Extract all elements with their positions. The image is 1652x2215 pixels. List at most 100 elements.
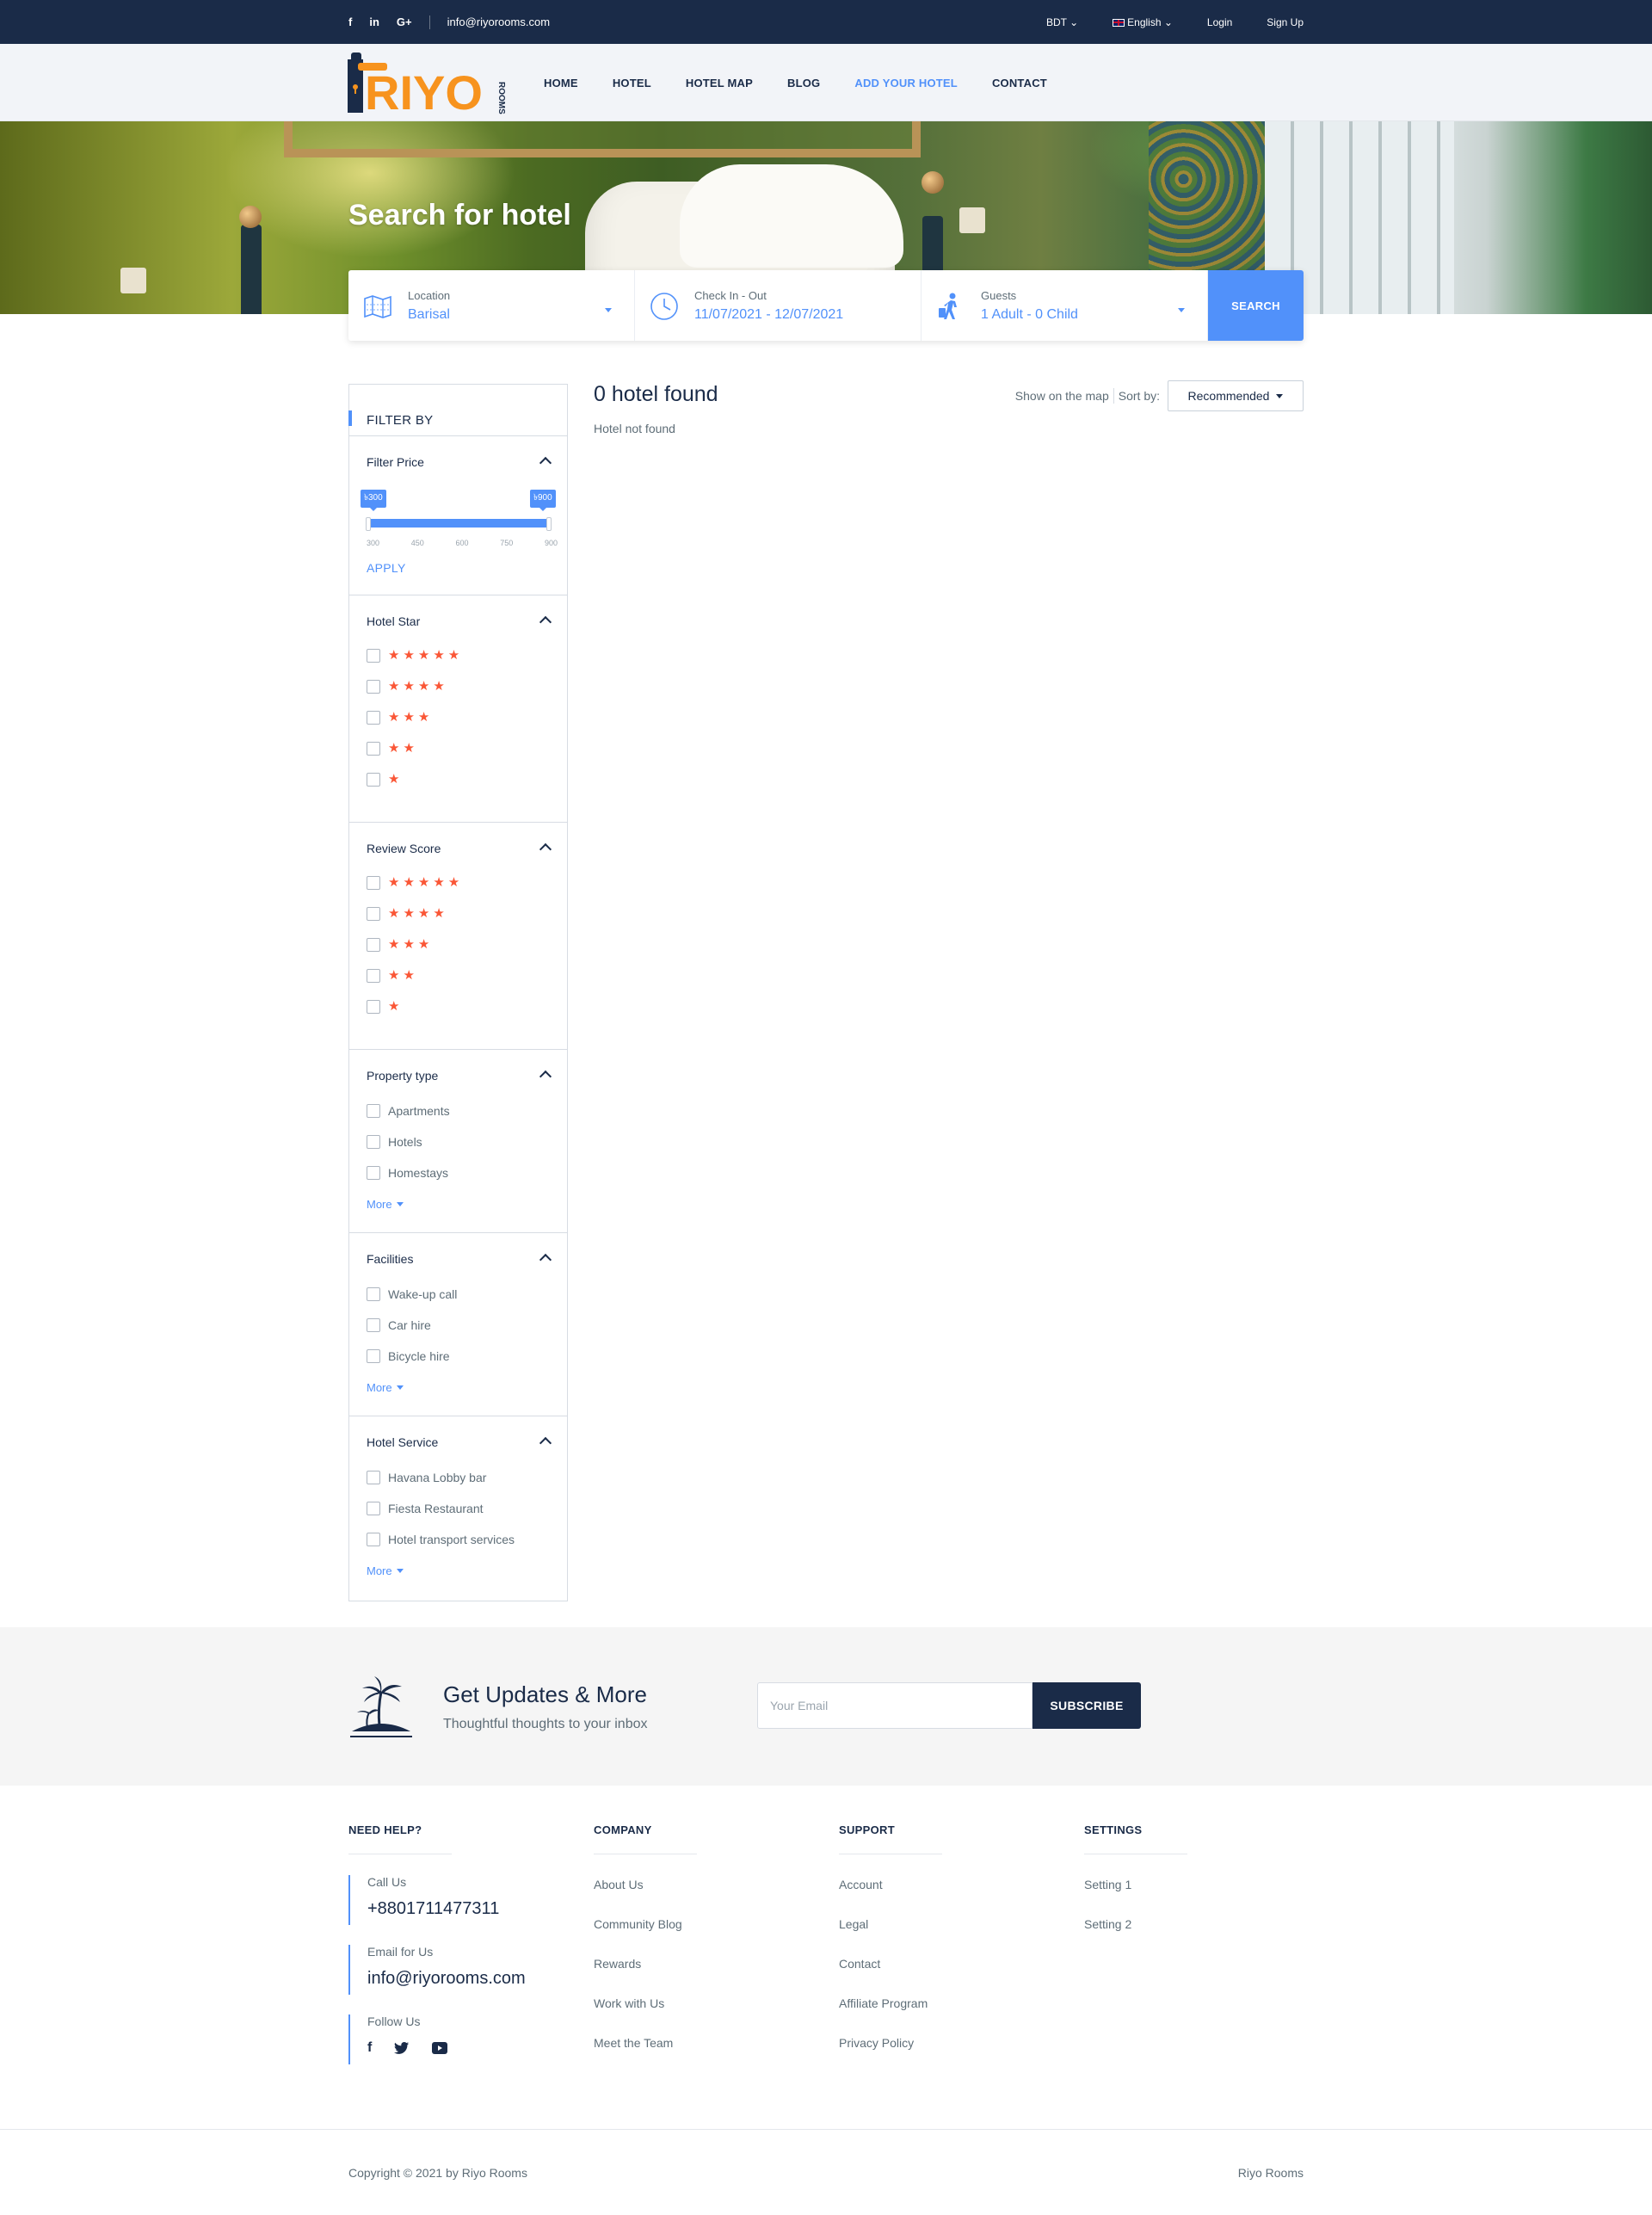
- guests-field[interactable]: Guests 1 Adult - 0 Child: [922, 270, 1208, 341]
- linkedin-icon[interactable]: in: [369, 15, 379, 28]
- hotel-star-option[interactable]: ★★★★★: [367, 648, 463, 663]
- review-score-option[interactable]: ★: [367, 999, 403, 1015]
- footer-link[interactable]: Community Blog: [594, 1915, 697, 1954]
- footer-link[interactable]: Work with Us: [594, 1994, 697, 2033]
- checkbox[interactable]: [367, 1135, 380, 1149]
- checkbox[interactable]: [367, 907, 380, 921]
- facebook-icon[interactable]: f: [367, 2040, 372, 2056]
- facility-option[interactable]: Car hire: [367, 1317, 431, 1333]
- chevron-up-icon[interactable]: [539, 1253, 552, 1267]
- star-icons: ★★★: [388, 710, 434, 725]
- checkbox[interactable]: [367, 1349, 380, 1363]
- login-link[interactable]: Login: [1207, 16, 1232, 28]
- sort-dropdown[interactable]: Recommended: [1168, 380, 1304, 411]
- footer-link[interactable]: Setting 1: [1084, 1875, 1187, 1915]
- twitter-icon[interactable]: [394, 2041, 410, 2055]
- footer-link[interactable]: Privacy Policy: [839, 2033, 942, 2073]
- facilities-more-link[interactable]: More: [367, 1381, 404, 1394]
- logo-subtext: ROOMS: [496, 82, 506, 114]
- review-score-option[interactable]: ★★★: [367, 937, 433, 953]
- facebook-icon[interactable]: f: [348, 15, 352, 28]
- hotel-star-option[interactable]: ★★★: [367, 710, 433, 725]
- checkbox[interactable]: [367, 1104, 380, 1118]
- nav-add-your-hotel[interactable]: ADD YOUR HOTEL: [854, 77, 958, 89]
- social-links: f: [367, 2040, 526, 2056]
- footer-link[interactable]: Rewards: [594, 1954, 697, 1994]
- review-score-option[interactable]: ★★★★★: [367, 875, 463, 891]
- price-max-handle[interactable]: [546, 517, 552, 531]
- topbar-email[interactable]: info@riyorooms.com: [447, 15, 550, 28]
- copyright-text: Copyright © 2021 by Riyo Rooms: [348, 2166, 527, 2180]
- date-range-field[interactable]: Check In - Out 11/07/2021 - 12/07/2021: [635, 270, 922, 341]
- review-score-option[interactable]: ★★: [367, 968, 418, 984]
- footer-email[interactable]: info@riyorooms.com: [367, 1969, 526, 1989]
- footer-link[interactable]: Setting 2: [1084, 1915, 1187, 1954]
- hotel-service-more-link[interactable]: More: [367, 1564, 404, 1577]
- nav-hotel[interactable]: HOTEL: [613, 77, 651, 89]
- footer-link[interactable]: Account: [839, 1875, 942, 1915]
- checkbox[interactable]: [367, 1287, 380, 1301]
- property-type-option[interactable]: Apartments: [367, 1103, 450, 1119]
- language-dropdown[interactable]: English ⌄: [1113, 16, 1173, 28]
- hotel-star-option[interactable]: ★★★★: [367, 679, 448, 694]
- checkbox[interactable]: [367, 876, 380, 890]
- chevron-up-icon[interactable]: [539, 1436, 552, 1450]
- facility-option[interactable]: Bicycle hire: [367, 1348, 450, 1364]
- apply-price-button[interactable]: APPLY: [367, 561, 406, 575]
- chevron-up-icon[interactable]: [539, 615, 552, 629]
- hero-bedpost-decoration: [241, 225, 262, 314]
- checkbox[interactable]: [367, 969, 380, 983]
- checkbox[interactable]: [367, 773, 380, 787]
- nav-hotel-map[interactable]: HOTEL MAP: [686, 77, 753, 89]
- currency-dropdown[interactable]: BDT ⌄: [1046, 16, 1078, 28]
- chevron-up-icon[interactable]: [539, 456, 552, 470]
- checkbox[interactable]: [367, 1318, 380, 1332]
- checkbox[interactable]: [367, 1533, 380, 1546]
- subscribe-button[interactable]: SUBSCRIBE: [1032, 1682, 1141, 1729]
- nav-home[interactable]: HOME: [544, 77, 578, 89]
- property-type-more-link[interactable]: More: [367, 1198, 404, 1211]
- newsletter-email-input[interactable]: [757, 1682, 1032, 1729]
- facility-option[interactable]: Wake-up call: [367, 1286, 457, 1302]
- chevron-up-icon[interactable]: [539, 1070, 552, 1083]
- riyo-rooms-logo[interactable]: RIYO ROOMS: [348, 51, 511, 116]
- checkbox[interactable]: [367, 1000, 380, 1014]
- footer-link[interactable]: Contact: [839, 1954, 942, 1994]
- youtube-icon[interactable]: [432, 2042, 448, 2054]
- location-field[interactable]: Location Barisal: [348, 270, 635, 341]
- checkbox[interactable]: [367, 1166, 380, 1180]
- review-score-option[interactable]: ★★★★: [367, 906, 448, 922]
- footer-link[interactable]: Meet the Team: [594, 2033, 697, 2073]
- search-button[interactable]: SEARCH: [1208, 270, 1304, 341]
- site-footer: NEED HELP? Call Us +8801711477311 Email …: [0, 1786, 1652, 2129]
- price-min-handle[interactable]: [366, 517, 371, 531]
- hotel-service-option[interactable]: Havana Lobby bar: [367, 1470, 486, 1485]
- phone-number[interactable]: +8801711477311: [367, 1899, 526, 1919]
- signup-link[interactable]: Sign Up: [1267, 16, 1304, 28]
- checkbox[interactable]: [367, 742, 380, 756]
- hotel-star-option[interactable]: ★: [367, 772, 403, 787]
- footer-link[interactable]: About Us: [594, 1875, 697, 1915]
- price-slider-track[interactable]: [368, 519, 549, 528]
- option-label: Wake-up call: [388, 1287, 458, 1301]
- checkbox[interactable]: [367, 649, 380, 663]
- checkbox[interactable]: [367, 680, 380, 694]
- hotel-service-option[interactable]: Hotel transport services: [367, 1532, 515, 1547]
- chevron-up-icon[interactable]: [539, 842, 552, 856]
- nav-contact[interactable]: CONTACT: [992, 77, 1047, 89]
- divider: [1113, 388, 1114, 404]
- checkbox[interactable]: [367, 1502, 380, 1515]
- checkbox[interactable]: [367, 1471, 380, 1484]
- nav-blog[interactable]: BLOG: [787, 77, 820, 89]
- hotel-service-option[interactable]: Fiesta Restaurant: [367, 1501, 484, 1516]
- checkbox[interactable]: [367, 938, 380, 952]
- google-plus-icon[interactable]: G+: [397, 15, 412, 28]
- footer-link[interactable]: Affiliate Program: [839, 1994, 942, 2033]
- checkbox[interactable]: [367, 711, 380, 725]
- property-type-option[interactable]: Homestays: [367, 1165, 448, 1181]
- divider: [428, 15, 430, 29]
- property-type-option[interactable]: Hotels: [367, 1134, 422, 1150]
- footer-link[interactable]: Legal: [839, 1915, 942, 1954]
- show-on-map-link[interactable]: Show on the map: [1015, 389, 1109, 403]
- hotel-star-option[interactable]: ★★: [367, 741, 418, 756]
